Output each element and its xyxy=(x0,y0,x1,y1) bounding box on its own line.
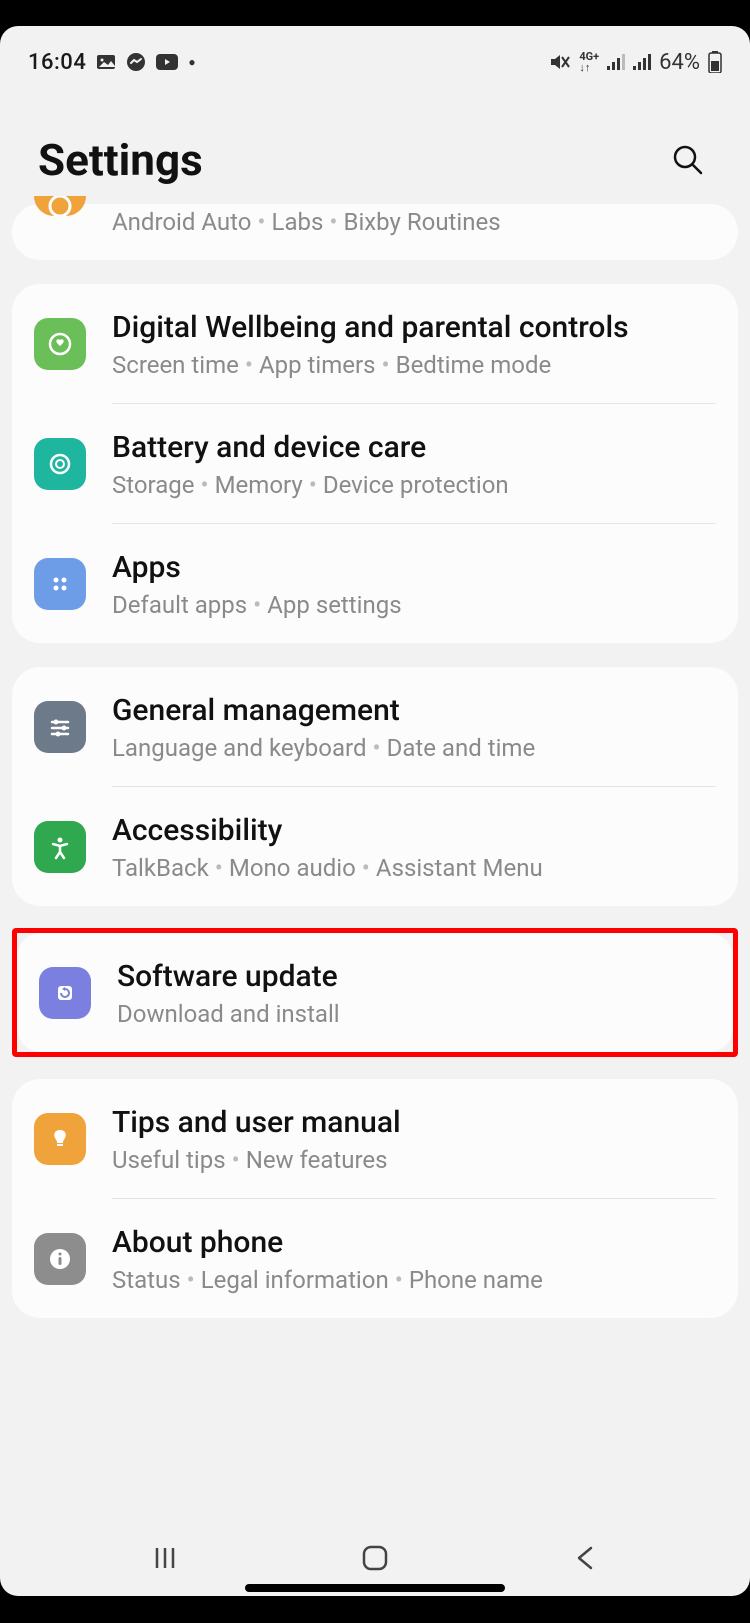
settings-item-subtitle: TalkBack•Mono audio•Assistant Menu xyxy=(112,854,716,882)
general-icon xyxy=(34,701,86,753)
youtube-icon xyxy=(156,54,178,70)
settings-item-subtitle: Download and install xyxy=(117,1000,711,1028)
search-icon xyxy=(671,143,705,177)
settings-list: Android Auto•Labs•Bixby Routines Digital… xyxy=(0,204,750,1318)
tips-icon xyxy=(34,1113,86,1165)
settings-group: Tips and user manual Useful tips•New fea… xyxy=(12,1079,738,1318)
messenger-icon xyxy=(126,52,146,72)
settings-item-subtitle: Screen time•App timers•Bedtime mode xyxy=(112,351,716,379)
status-time: 16:04 xyxy=(28,50,86,75)
settings-item-subtitle: Default apps•App settings xyxy=(112,591,716,619)
settings-item-title: Apps xyxy=(112,548,716,587)
page-title: Settings xyxy=(38,134,203,186)
wellbeing-icon xyxy=(34,318,86,370)
settings-group-advanced: Android Auto•Labs•Bixby Routines xyxy=(12,204,738,260)
settings-item-wellbeing[interactable]: Digital Wellbeing and parental controls … xyxy=(12,284,738,403)
settings-item-general[interactable]: General management Language and keyboard… xyxy=(12,667,738,786)
settings-item-title: Battery and device care xyxy=(112,428,716,467)
header: Settings xyxy=(0,86,750,204)
recents-icon xyxy=(151,1544,179,1572)
settings-item-software-update[interactable]: Software update Download and install xyxy=(17,933,733,1052)
settings-item-subtitle: Language and keyboard•Date and time xyxy=(112,734,716,762)
settings-item-advanced[interactable]: Android Auto•Labs•Bixby Routines xyxy=(12,204,738,260)
settings-item-apps[interactable]: Apps Default apps•App settings xyxy=(12,524,738,643)
back-button[interactable] xyxy=(555,1544,615,1572)
signal-1-icon xyxy=(607,54,625,70)
settings-item-tips[interactable]: Tips and user manual Useful tips•New fea… xyxy=(12,1079,738,1198)
settings-group: Software update Download and install xyxy=(17,933,733,1052)
home-indicator xyxy=(245,1584,505,1592)
settings-item-about[interactable]: About phone Status•Legal information•Pho… xyxy=(12,1199,738,1318)
search-button[interactable] xyxy=(664,136,712,184)
apps-icon xyxy=(34,558,86,610)
settings-item-title: General management xyxy=(112,691,716,730)
settings-item-title: Software update xyxy=(117,957,711,996)
mute-icon xyxy=(549,52,571,72)
settings-item-title: Tips and user manual xyxy=(112,1103,716,1142)
software-update-icon xyxy=(39,967,91,1019)
settings-item-battery[interactable]: Battery and device care Storage•Memory•D… xyxy=(12,404,738,523)
about-icon xyxy=(34,1233,86,1285)
back-icon xyxy=(573,1544,597,1572)
settings-item-subtitle: Storage•Memory•Device protection xyxy=(112,471,716,499)
settings-item-accessibility[interactable]: Accessibility TalkBack•Mono audio•Assist… xyxy=(12,787,738,906)
accessibility-icon xyxy=(34,821,86,873)
settings-item-title: About phone xyxy=(112,1223,716,1262)
signal-2-icon xyxy=(633,54,651,70)
battery-icon xyxy=(708,51,722,73)
battery-percent: 64% xyxy=(659,50,700,75)
network-type-icon: 4G+↓↑ xyxy=(579,51,599,73)
gallery-icon xyxy=(96,52,116,72)
recents-button[interactable] xyxy=(135,1544,195,1572)
status-bar: 16:04 ● 4G+↓↑ 64% xyxy=(0,26,750,86)
navigation-bar xyxy=(0,1526,750,1596)
settings-item-subtitle: Android Auto•Labs•Bixby Routines xyxy=(112,208,716,236)
more-dot-icon: ● xyxy=(188,55,195,69)
settings-group: General management Language and keyboard… xyxy=(12,667,738,906)
highlight-box: Software update Download and install xyxy=(12,928,738,1057)
home-icon xyxy=(360,1543,390,1573)
advanced-icon xyxy=(34,196,86,216)
settings-item-subtitle: Status•Legal information•Phone name xyxy=(112,1266,716,1294)
settings-item-title: Accessibility xyxy=(112,811,716,850)
settings-group: Digital Wellbeing and parental controls … xyxy=(12,284,738,643)
settings-item-title: Digital Wellbeing and parental controls xyxy=(112,308,716,347)
home-button[interactable] xyxy=(345,1543,405,1573)
battery-care-icon xyxy=(34,438,86,490)
settings-item-subtitle: Useful tips•New features xyxy=(112,1146,716,1174)
